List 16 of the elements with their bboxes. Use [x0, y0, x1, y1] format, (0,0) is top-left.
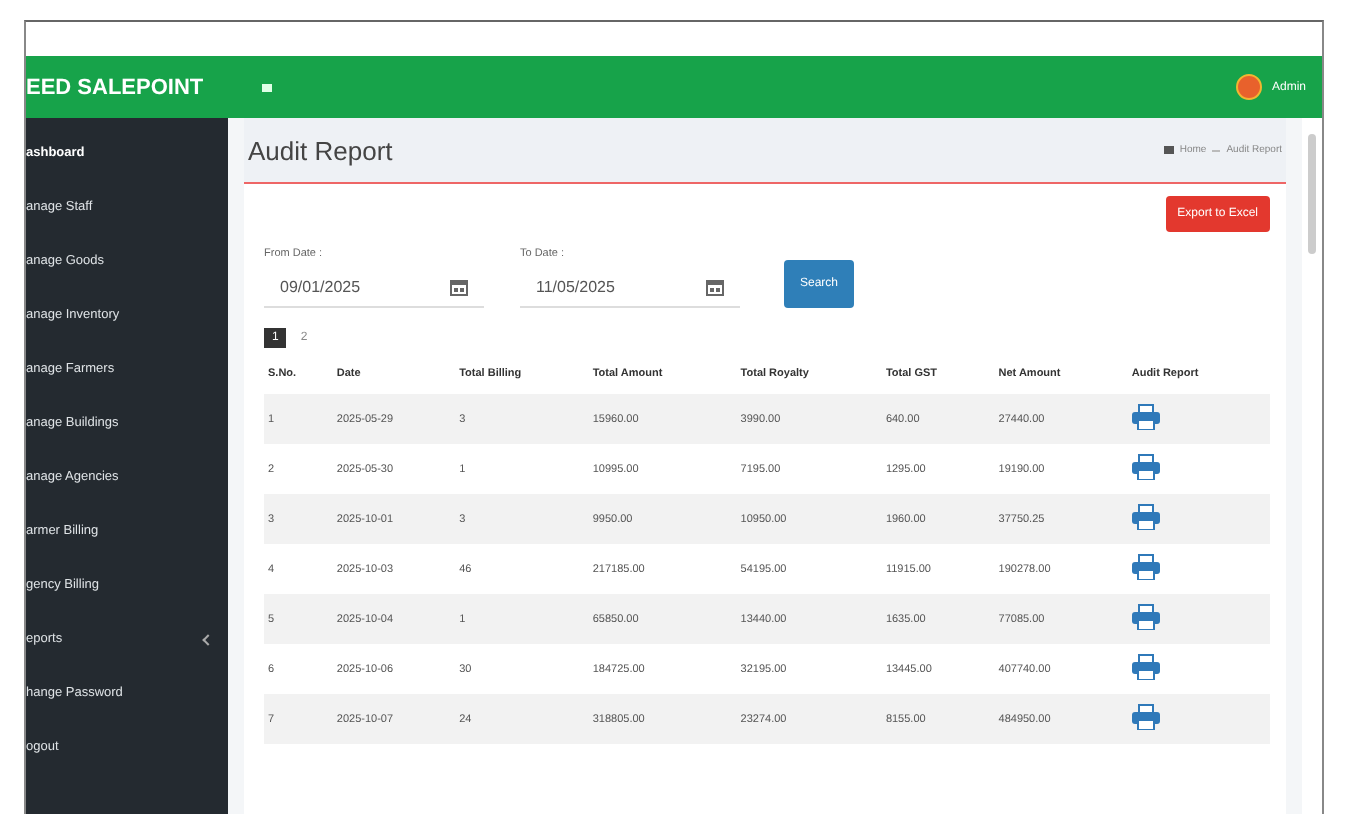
date-field[interactable]: 09/01/2025 — [264, 268, 484, 308]
printer-icon[interactable] — [1131, 604, 1160, 630]
page-title: Audit Report — [248, 135, 393, 165]
calendar-icon[interactable] — [450, 278, 468, 296]
printer-icon[interactable] — [1131, 504, 1160, 530]
printer-icon[interactable] — [1131, 704, 1160, 730]
menu-icon[interactable] — [262, 83, 272, 91]
printer-icon[interactable] — [1131, 454, 1160, 480]
brand-name: EED SALEPOINT — [26, 75, 206, 99]
scrollbar[interactable] — [1308, 134, 1316, 254]
date-field[interactable]: 11/05/2025 — [520, 268, 740, 308]
printer-icon[interactable] — [1131, 554, 1160, 580]
printer-icon[interactable] — [1131, 404, 1160, 430]
printer-icon[interactable] — [1131, 654, 1160, 680]
calendar-icon[interactable] — [706, 278, 724, 296]
home-icon[interactable] — [1163, 146, 1174, 154]
